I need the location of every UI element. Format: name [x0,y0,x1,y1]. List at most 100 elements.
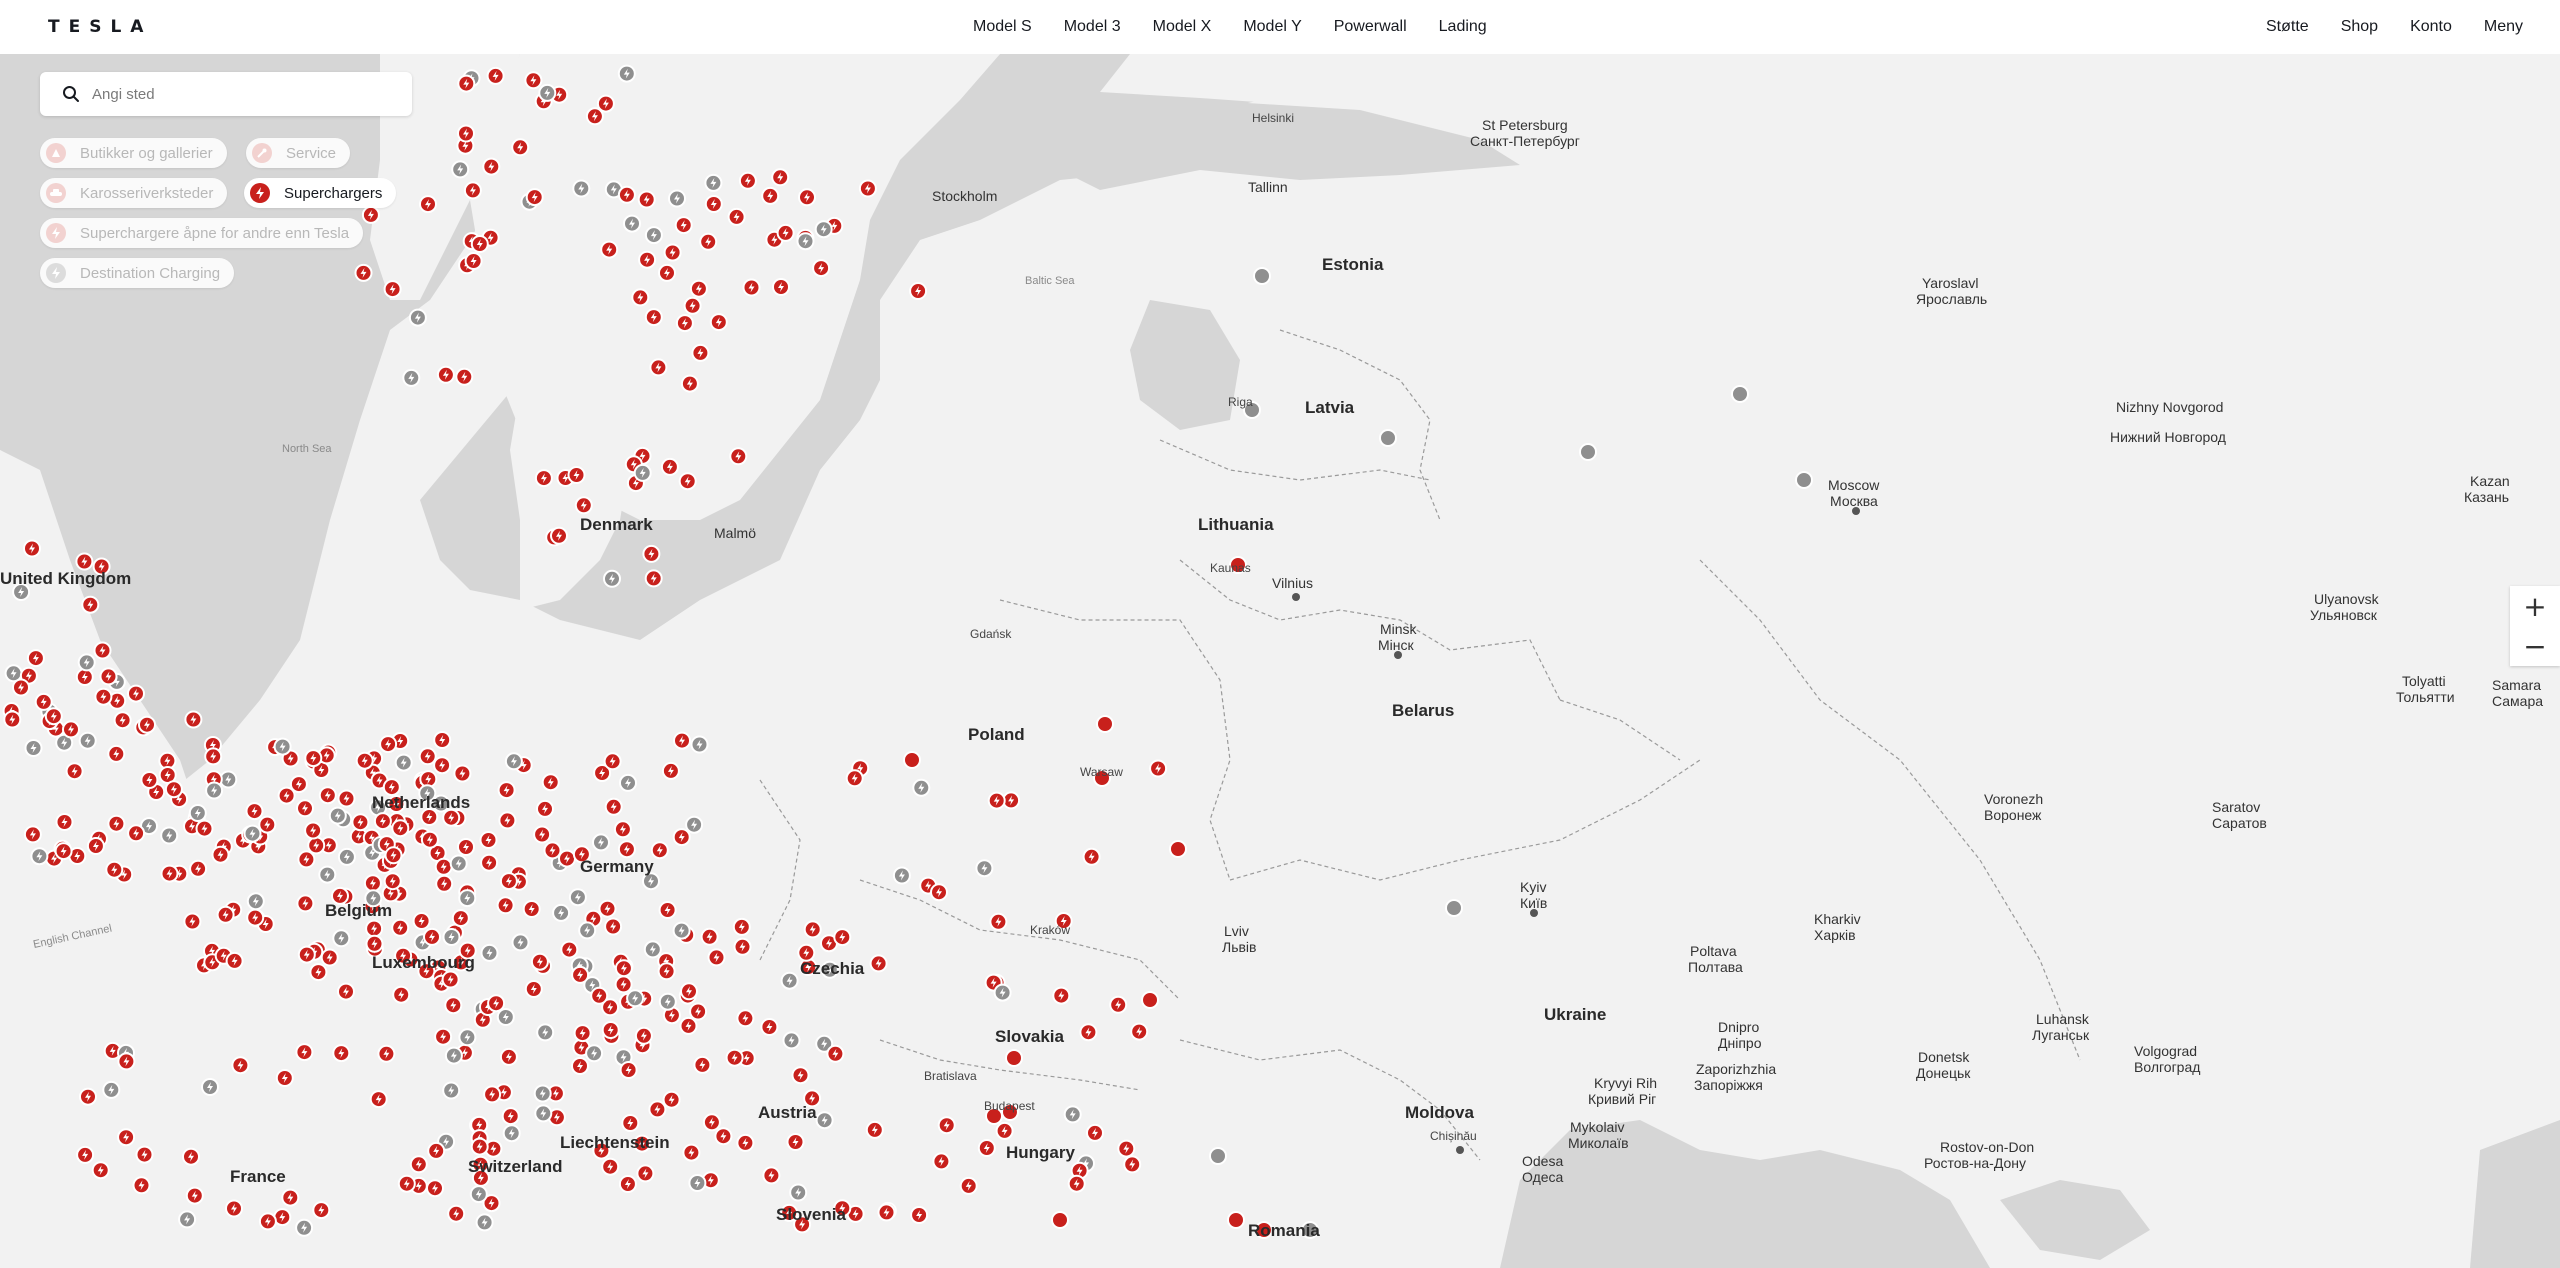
supercharger-pin[interactable] [296,799,314,818]
destination-charging-pin[interactable] [1063,1105,1082,1124]
supercharger-pin[interactable] [833,928,852,947]
supercharger-pin[interactable] [614,959,633,978]
supercharger-pin[interactable] [391,918,410,937]
supercharger-pin[interactable] [480,853,499,872]
supercharger-pin[interactable] [619,1061,638,1079]
supercharger-pin[interactable] [638,250,657,269]
supercharger-pin[interactable] [91,1161,110,1180]
supercharger-pin[interactable] [351,813,370,832]
supercharger-pin[interactable] [637,190,656,209]
supercharger-pin[interactable] [786,1133,805,1151]
supercharger-pin[interactable] [680,374,699,393]
supercharger-pin[interactable] [621,1114,640,1132]
supercharger-pin[interactable] [361,205,380,224]
supercharger-pin[interactable] [183,912,202,931]
supercharger-pin[interactable] [75,668,94,686]
supercharger-pin[interactable] [160,864,179,883]
supercharger-pin[interactable] [135,1145,154,1164]
destination-charging-pin[interactable] [318,865,337,884]
destination-charging-pin[interactable] [619,773,637,792]
supercharger-pin[interactable] [76,1145,95,1164]
supercharger-pin[interactable] [164,780,183,799]
supercharger-pin[interactable] [617,185,636,204]
supercharger-pin[interactable] [117,1052,136,1071]
supercharger-pin[interactable] [86,837,105,855]
supercharger-pin[interactable] [55,813,74,831]
destination-charging-pin[interactable] [704,173,723,192]
supercharger-pin[interactable] [479,831,498,849]
destination-charging-pin[interactable] [442,1081,461,1100]
destination-charging-pin[interactable] [672,921,691,940]
supercharger-pin[interactable] [648,1100,667,1119]
supercharger-pin[interactable] [182,1147,200,1166]
supercharger-pin[interactable] [225,951,244,970]
supercharger-pin[interactable] [932,1152,951,1171]
supercharger-pin[interactable] [451,909,470,928]
supercharger-pin[interactable] [689,1002,708,1021]
supercharger-pin[interactable] [522,900,541,918]
supercharger-pin[interactable] [383,280,402,299]
nav-model-3[interactable]: Model 3 [1051,10,1134,44]
supercharger-pin[interactable] [530,952,549,971]
destination-charging-pin[interactable] [451,160,470,179]
supercharger-pin[interactable] [501,1107,520,1126]
supercharger-pin[interactable] [660,457,679,476]
supercharger-pin[interactable] [573,1024,592,1043]
zoom-in-button[interactable]: + [2510,586,2560,626]
supercharger-pin[interactable] [675,314,694,333]
supercharger-pin[interactable] [397,1174,416,1193]
destination-charging-pin[interactable] [1209,1147,1227,1165]
supercharger-pin[interactable] [738,171,757,190]
supercharger-pin[interactable] [877,1203,896,1222]
destination-charging-pin[interactable] [442,928,461,946]
supercharger-pin[interactable] [3,710,22,729]
destination-charging-pin[interactable] [533,1084,552,1103]
filter-non-tesla-superchargers[interactable]: Superchargere åpne for andre enn Tesla [40,218,364,248]
supercharger-pin[interactable] [798,188,816,207]
supercharger-pin[interactable] [384,846,403,865]
destination-charging-pin[interactable] [502,1124,521,1143]
destination-charging-pin[interactable] [572,179,591,198]
destination-charging-pin[interactable] [975,859,994,878]
destination-charging-pin[interactable] [328,806,347,825]
supercharger-pin[interactable] [483,1085,502,1104]
supercharger-pin[interactable] [642,544,661,563]
supercharger-pin[interactable] [761,186,780,205]
destination-charging-pin[interactable] [469,1185,488,1204]
supercharger-pin[interactable] [332,1044,351,1063]
supercharger-pin[interactable] [482,157,501,176]
supercharger-pin[interactable] [246,908,265,927]
supercharger-pin[interactable] [434,857,453,876]
supercharger-pin[interactable] [113,711,132,730]
supercharger-pin[interactable] [662,1090,681,1109]
supercharger-pin[interactable] [525,188,544,207]
supercharger-pin[interactable] [733,937,752,956]
supercharger-pin[interactable] [614,975,633,994]
supercharger-pin[interactable] [636,1164,655,1183]
supercharger-pin[interactable] [803,920,822,939]
destination-charging-pin[interactable] [160,826,179,845]
supercharger-pin[interactable] [791,1066,810,1085]
destination-charging-pin[interactable] [295,1218,314,1237]
destination-charging-pin[interactable] [789,1183,808,1202]
supercharger-pin[interactable] [455,367,474,386]
zoom-out-button[interactable]: − [2510,626,2560,666]
nav-model-x[interactable]: Model X [1140,10,1225,44]
supercharger-pin[interactable] [707,948,726,967]
destination-charging-pin[interactable] [782,1031,801,1050]
supercharger-pin[interactable] [977,1139,996,1157]
supercharger-pin[interactable] [464,252,483,270]
supercharger-pin[interactable] [447,1204,466,1223]
supercharger-pin[interactable] [258,1212,277,1231]
supercharger-pin[interactable] [536,799,554,818]
destination-charging-pin[interactable] [77,653,96,672]
supercharger-pin[interactable] [225,1199,243,1218]
supercharger-pin[interactable] [444,996,463,1015]
supercharger-pin[interactable] [320,948,339,967]
supercharger-pin[interactable] [107,814,126,833]
supercharger-pin[interactable] [699,232,718,251]
supercharger-pin[interactable] [683,296,702,315]
supercharger-pin[interactable] [1005,1049,1023,1067]
supercharger-pin[interactable] [858,179,877,198]
supercharger-pin[interactable] [369,1090,388,1109]
